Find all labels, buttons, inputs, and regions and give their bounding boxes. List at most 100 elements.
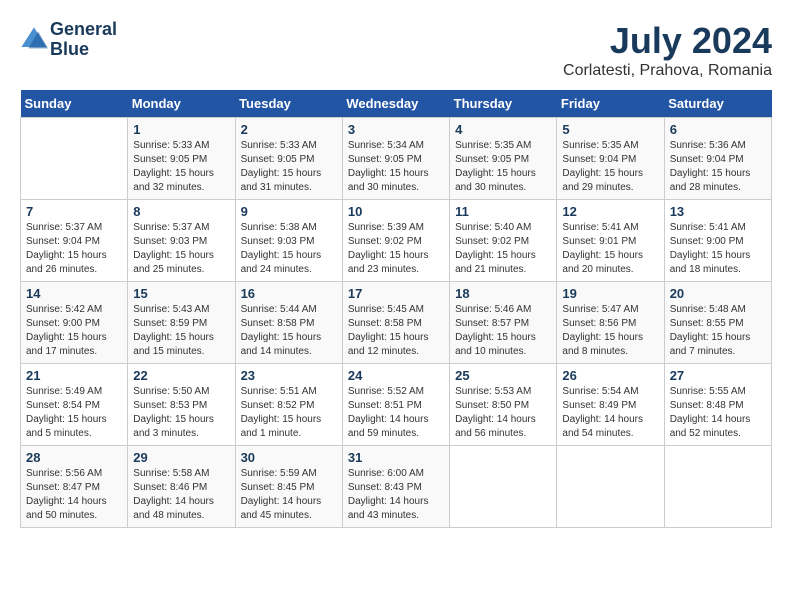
day-info: Sunrise: 5:34 AM Sunset: 9:05 PM Dayligh… (348, 139, 444, 195)
day-number: 31 (348, 450, 444, 465)
day-cell: 9 Sunrise: 5:38 AM Sunset: 9:03 PM Daylig… (235, 200, 342, 282)
header-saturday: Saturday (664, 90, 771, 118)
day-number: 13 (670, 204, 766, 219)
day-info: Sunrise: 5:35 AM Sunset: 9:05 PM Dayligh… (455, 139, 551, 195)
day-cell: 5 Sunrise: 5:35 AM Sunset: 9:04 PM Daylig… (557, 118, 664, 200)
day-info: Sunrise: 5:35 AM Sunset: 9:04 PM Dayligh… (562, 139, 658, 195)
day-number: 22 (133, 368, 229, 383)
logo-line1: General (50, 20, 117, 40)
day-info: Sunrise: 5:33 AM Sunset: 9:05 PM Dayligh… (241, 139, 337, 195)
day-info: Sunrise: 5:42 AM Sunset: 9:00 PM Dayligh… (26, 303, 122, 359)
day-cell: 2 Sunrise: 5:33 AM Sunset: 9:05 PM Daylig… (235, 118, 342, 200)
day-cell: 8Sunrise: 5:37 AM Sunset: 9:03 PM Daylig… (128, 200, 235, 282)
day-cell: 10 Sunrise: 5:39 AM Sunset: 9:02 PM Dayli… (342, 200, 449, 282)
day-info: Sunrise: 5:56 AM Sunset: 8:47 PM Dayligh… (26, 467, 122, 523)
day-info: Sunrise: 5:55 AM Sunset: 8:48 PM Dayligh… (670, 385, 766, 441)
day-info: Sunrise: 5:50 AM Sunset: 8:53 PM Dayligh… (133, 385, 229, 441)
day-info: Sunrise: 5:39 AM Sunset: 9:02 PM Dayligh… (348, 221, 444, 277)
header-friday: Friday (557, 90, 664, 118)
day-number: 21 (26, 368, 122, 383)
day-cell: 25Sunrise: 5:53 AM Sunset: 8:50 PM Dayli… (450, 364, 557, 446)
header-monday: Monday (128, 90, 235, 118)
day-number: 5 (562, 122, 658, 137)
page-header: General Blue July 2024 Corlatesti, Praho… (20, 20, 772, 80)
day-info: Sunrise: 5:52 AM Sunset: 8:51 PM Dayligh… (348, 385, 444, 441)
day-cell: 24 Sunrise: 5:52 AM Sunset: 8:51 PM Dayli… (342, 364, 449, 446)
day-number: 16 (241, 286, 337, 301)
header-wednesday: Wednesday (342, 90, 449, 118)
day-cell: 22 Sunrise: 5:50 AM Sunset: 8:53 PM Dayli… (128, 364, 235, 446)
day-number: 9 (241, 204, 337, 219)
day-cell (21, 118, 128, 200)
day-number: 18 (455, 286, 551, 301)
day-cell: 6Sunrise: 5:36 AM Sunset: 9:04 PM Daylig… (664, 118, 771, 200)
day-number: 2 (241, 122, 337, 137)
day-cell (450, 446, 557, 528)
day-info: Sunrise: 5:47 AM Sunset: 8:56 PM Dayligh… (562, 303, 658, 359)
week-row-3: 14Sunrise: 5:42 AM Sunset: 9:00 PM Dayli… (21, 282, 772, 364)
day-number: 20 (670, 286, 766, 301)
day-number: 30 (241, 450, 337, 465)
logo-text: General Blue (50, 20, 117, 60)
day-info: Sunrise: 5:37 AM Sunset: 9:03 PM Dayligh… (133, 221, 229, 277)
day-cell: 4 Sunrise: 5:35 AM Sunset: 9:05 PM Daylig… (450, 118, 557, 200)
day-cell: 28Sunrise: 5:56 AM Sunset: 8:47 PM Dayli… (21, 446, 128, 528)
day-info: Sunrise: 5:46 AM Sunset: 8:57 PM Dayligh… (455, 303, 551, 359)
day-cell: 26Sunrise: 5:54 AM Sunset: 8:49 PM Dayli… (557, 364, 664, 446)
day-info: Sunrise: 5:54 AM Sunset: 8:49 PM Dayligh… (562, 385, 658, 441)
day-cell: 31 Sunrise: 6:00 AM Sunset: 8:43 PM Dayli… (342, 446, 449, 528)
logo-icon (20, 26, 48, 54)
title-block: July 2024 Corlatesti, Prahova, Romania (563, 20, 772, 80)
day-cell: 23 Sunrise: 5:51 AM Sunset: 8:52 PM Dayli… (235, 364, 342, 446)
location: Corlatesti, Prahova, Romania (563, 62, 772, 80)
day-cell (664, 446, 771, 528)
day-cell: 18 Sunrise: 5:46 AM Sunset: 8:57 PM Dayli… (450, 282, 557, 364)
day-info: Sunrise: 5:41 AM Sunset: 9:00 PM Dayligh… (670, 221, 766, 277)
day-info: Sunrise: 5:59 AM Sunset: 8:45 PM Dayligh… (241, 467, 337, 523)
day-info: Sunrise: 5:33 AM Sunset: 9:05 PM Dayligh… (133, 139, 229, 195)
day-info: Sunrise: 5:51 AM Sunset: 8:52 PM Dayligh… (241, 385, 337, 441)
week-row-5: 28Sunrise: 5:56 AM Sunset: 8:47 PM Dayli… (21, 446, 772, 528)
day-number: 3 (348, 122, 444, 137)
day-cell (557, 446, 664, 528)
header-row: SundayMondayTuesdayWednesdayThursdayFrid… (21, 90, 772, 118)
calendar-body: 1 Sunrise: 5:33 AM Sunset: 9:05 PM Daylig… (21, 118, 772, 528)
day-cell: 12Sunrise: 5:41 AM Sunset: 9:01 PM Dayli… (557, 200, 664, 282)
day-number: 17 (348, 286, 444, 301)
day-info: Sunrise: 5:38 AM Sunset: 9:03 PM Dayligh… (241, 221, 337, 277)
day-number: 10 (348, 204, 444, 219)
week-row-1: 1 Sunrise: 5:33 AM Sunset: 9:05 PM Daylig… (21, 118, 772, 200)
day-cell: 13 Sunrise: 5:41 AM Sunset: 9:00 PM Dayli… (664, 200, 771, 282)
day-info: Sunrise: 5:48 AM Sunset: 8:55 PM Dayligh… (670, 303, 766, 359)
day-number: 4 (455, 122, 551, 137)
day-cell: 1 Sunrise: 5:33 AM Sunset: 9:05 PM Daylig… (128, 118, 235, 200)
calendar-table: SundayMondayTuesdayWednesdayThursdayFrid… (20, 90, 772, 528)
day-info: Sunrise: 6:00 AM Sunset: 8:43 PM Dayligh… (348, 467, 444, 523)
day-number: 24 (348, 368, 444, 383)
day-number: 1 (133, 122, 229, 137)
day-cell: 16 Sunrise: 5:44 AM Sunset: 8:58 PM Dayli… (235, 282, 342, 364)
logo: General Blue (20, 20, 117, 60)
day-cell: 20 Sunrise: 5:48 AM Sunset: 8:55 PM Dayli… (664, 282, 771, 364)
calendar-header: SundayMondayTuesdayWednesdayThursdayFrid… (21, 90, 772, 118)
day-cell: 27 Sunrise: 5:55 AM Sunset: 8:48 PM Dayli… (664, 364, 771, 446)
day-info: Sunrise: 5:43 AM Sunset: 8:59 PM Dayligh… (133, 303, 229, 359)
day-number: 11 (455, 204, 551, 219)
logo-line2: Blue (50, 40, 117, 60)
header-thursday: Thursday (450, 90, 557, 118)
day-number: 7 (26, 204, 122, 219)
day-cell: 7Sunrise: 5:37 AM Sunset: 9:04 PM Daylig… (21, 200, 128, 282)
day-number: 19 (562, 286, 658, 301)
header-sunday: Sunday (21, 90, 128, 118)
day-number: 29 (133, 450, 229, 465)
day-info: Sunrise: 5:41 AM Sunset: 9:01 PM Dayligh… (562, 221, 658, 277)
day-cell: 19 Sunrise: 5:47 AM Sunset: 8:56 PM Dayli… (557, 282, 664, 364)
day-number: 27 (670, 368, 766, 383)
day-cell: 30 Sunrise: 5:59 AM Sunset: 8:45 PM Dayli… (235, 446, 342, 528)
day-number: 23 (241, 368, 337, 383)
day-info: Sunrise: 5:40 AM Sunset: 9:02 PM Dayligh… (455, 221, 551, 277)
header-tuesday: Tuesday (235, 90, 342, 118)
day-info: Sunrise: 5:44 AM Sunset: 8:58 PM Dayligh… (241, 303, 337, 359)
week-row-2: 7Sunrise: 5:37 AM Sunset: 9:04 PM Daylig… (21, 200, 772, 282)
day-cell: 11 Sunrise: 5:40 AM Sunset: 9:02 PM Dayli… (450, 200, 557, 282)
